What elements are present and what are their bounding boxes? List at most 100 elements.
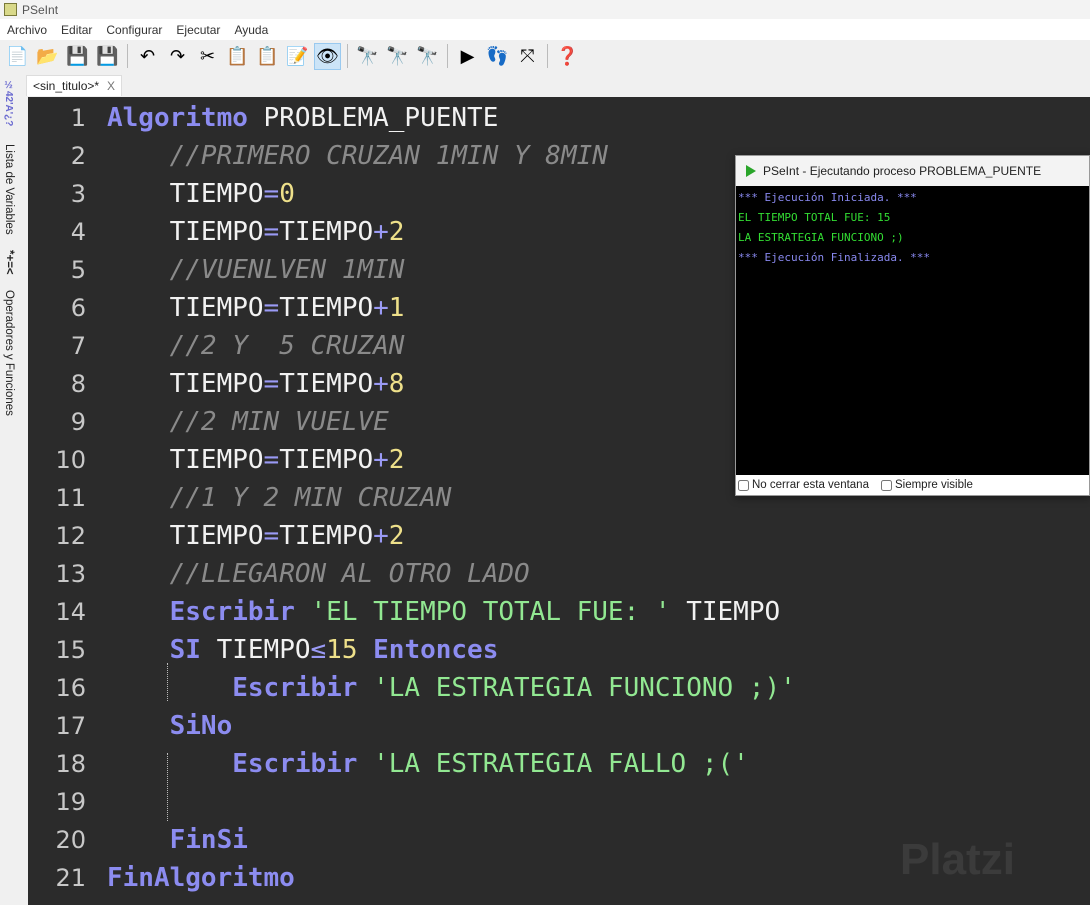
save-as-button[interactable]: 💾 — [94, 43, 121, 70]
run-icon: ▶ — [460, 45, 475, 66]
always-visible-checkbox-label[interactable]: Siempre visible — [880, 479, 973, 491]
code-text: TIEMPO=0 — [107, 179, 295, 209]
toolbar-separator — [127, 44, 128, 68]
flowchart-icon: ⤧ — [520, 45, 535, 66]
token-id — [295, 597, 311, 627]
watermark: Platzi — [900, 835, 1015, 884]
code-text: //2 MIN VUELVE — [107, 407, 389, 437]
code-line: 9 //2 MIN VUELVE — [28, 403, 389, 441]
token-id — [107, 597, 170, 627]
variables-panel-tab[interactable]: Lista de Variables — [3, 144, 15, 235]
cut-button[interactable]: ✂ — [194, 43, 221, 70]
always-visible-label: Siempre visible — [894, 479, 973, 491]
code-line: 21 FinAlgoritmo — [28, 859, 294, 897]
copy-button[interactable]: 📋 — [224, 43, 251, 70]
redo-button[interactable]: ↷ — [164, 43, 191, 70]
new-file-button[interactable]: 📄 — [4, 43, 31, 70]
line-number: 16 — [55, 674, 86, 702]
code-line: 20 FinSi — [28, 821, 247, 859]
app-title: PSeInt — [22, 2, 59, 17]
menu-ejecutar[interactable]: Ejecutar — [169, 23, 227, 37]
toolbar-separator — [347, 44, 348, 68]
run-button[interactable]: ▶ — [454, 43, 481, 70]
token-op: + — [373, 445, 389, 475]
save-icon: 💾 — [66, 45, 89, 66]
token-id: TIEMPO — [107, 369, 264, 399]
menu-configurar[interactable]: Configurar — [99, 23, 169, 37]
code-line: 12 TIEMPO=TIEMPO+2 — [28, 517, 404, 555]
copy-icon: 📋 — [226, 45, 249, 66]
find-button[interactable]: 🔭 — [354, 43, 381, 70]
flowchart-button[interactable]: ⤧ — [514, 43, 541, 70]
find-prev-button[interactable]: 🔭 — [384, 43, 411, 70]
token-op: = — [263, 293, 280, 323]
line-number: 15 — [55, 636, 86, 664]
token-cm: //PRIMERO CRUZAN 1MIN Y 8MIN — [169, 141, 608, 171]
no-close-checkbox-label[interactable]: No cerrar esta ventana — [738, 479, 869, 491]
always-visible-checkbox[interactable] — [880, 479, 892, 491]
paste-button[interactable]: 📋 — [254, 43, 281, 70]
debug-watch-button[interactable]: 👁 — [314, 42, 341, 70]
code-text: TIEMPO=TIEMPO+2 — [107, 521, 405, 551]
token-kw: SiNo — [169, 711, 233, 741]
token-op: = — [263, 369, 280, 399]
code-text: TIEMPO=TIEMPO+1 — [107, 293, 405, 323]
close-tab-icon[interactable]: X — [107, 79, 115, 93]
tab-bar: <sin_titulo>* X — [26, 74, 123, 96]
code-text: FinSi — [107, 825, 248, 855]
undo-button[interactable]: ↶ — [134, 43, 161, 70]
code-text: //LLEGARON AL OTRO LADO — [107, 559, 530, 589]
cut-icon: ✂ — [199, 45, 216, 66]
find-next-button[interactable]: 🔭 — [414, 43, 441, 70]
variables-panel-icon[interactable]: ½42'A'¿? — [3, 80, 14, 126]
token-num: 0 — [279, 179, 295, 209]
step-button[interactable]: 👣 — [484, 43, 511, 70]
code-line: 13 //LLEGARON AL OTRO LADO — [28, 555, 529, 593]
token-id — [107, 407, 170, 437]
token-op: = — [263, 445, 280, 475]
find-next-icon: 🔭 — [416, 45, 439, 66]
code-line: 19 — [28, 783, 86, 821]
code-line: 18 Escribir 'LA ESTRATEGIA FALLO ;(' — [28, 745, 748, 783]
code-line: 15 SI TIEMPO≤15 Entonces — [28, 631, 498, 669]
token-op: = — [263, 521, 280, 551]
code-text: Escribir 'LA ESTRATEGIA FUNCIONO ;)' — [107, 673, 796, 703]
token-op: + — [373, 217, 389, 247]
undo-icon: ↶ — [139, 45, 156, 66]
menu-ayuda[interactable]: Ayuda — [227, 23, 275, 37]
menu-bar: Archivo Editar Configurar Ejecutar Ayuda — [0, 19, 1090, 40]
execution-window-title-bar[interactable]: PSeInt - Ejecutando proceso PROBLEMA_PUE… — [736, 156, 1089, 186]
token-id: TIEMPO — [279, 293, 374, 323]
token-id: TIEMPO — [107, 445, 264, 475]
open-button[interactable]: 📂 — [34, 43, 61, 70]
line-number: 19 — [55, 788, 86, 816]
token-id — [107, 635, 170, 665]
code-line: 14 Escribir 'EL TIEMPO TOTAL FUE: ' TIEM… — [28, 593, 780, 631]
code-line: 10 TIEMPO=TIEMPO+2 — [28, 441, 404, 479]
line-number: 21 — [55, 864, 86, 892]
code-text: //PRIMERO CRUZAN 1MIN Y 8MIN — [107, 141, 608, 171]
indent-icon: 📝 — [286, 45, 309, 66]
no-close-checkbox[interactable] — [738, 479, 749, 491]
indent-button[interactable]: 📝 — [284, 43, 311, 70]
find-icon: 🔭 — [356, 45, 379, 66]
tab-sin-titulo[interactable]: <sin_titulo>* X — [26, 74, 123, 96]
token-op: + — [373, 369, 389, 399]
code-text: //2 Y 5 CRUZAN — [107, 331, 405, 361]
save-button[interactable]: 💾 — [64, 43, 91, 70]
line-number: 18 — [55, 750, 86, 778]
token-id: TIEMPO — [279, 217, 374, 247]
token-op: = — [263, 217, 280, 247]
code-text: FinAlgoritmo — [107, 863, 295, 893]
token-id: TIEMPO — [279, 445, 374, 475]
help-button[interactable]: ❓ — [554, 43, 581, 70]
operators-panel-tab[interactable]: Operadores y Funciones — [3, 290, 15, 416]
operators-panel-icon[interactable]: *+=< — [3, 250, 15, 275]
token-id: TIEMPO — [279, 369, 374, 399]
console-line: EL TIEMPO TOTAL FUE: 15 — [738, 211, 891, 224]
token-cm: //LLEGARON AL OTRO LADO — [169, 559, 530, 589]
code-line: 17 SiNo — [28, 707, 232, 745]
execution-window-footer: No cerrar esta ventana Siempre visible — [736, 475, 1089, 495]
menu-archivo[interactable]: Archivo — [0, 23, 54, 37]
menu-editar[interactable]: Editar — [54, 23, 99, 37]
